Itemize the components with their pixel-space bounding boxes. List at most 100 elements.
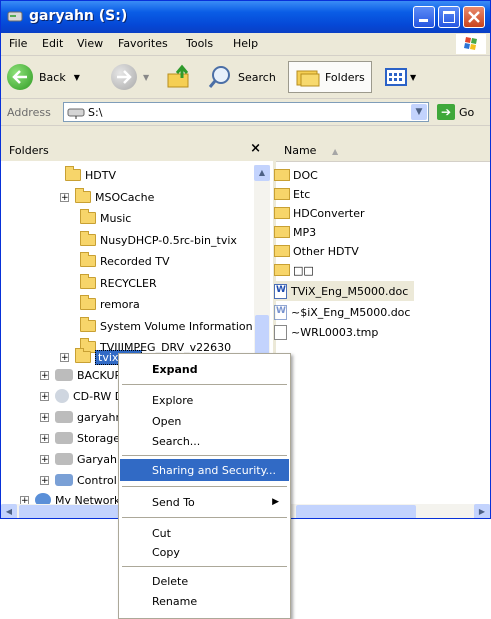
chevron-down-icon: ▼ <box>143 72 150 82</box>
scroll-up-icon[interactable]: ▲ <box>254 165 270 181</box>
search-label: Search <box>238 70 276 84</box>
go-button[interactable]: ➔ Go <box>437 104 474 120</box>
list-item[interactable]: MP3 <box>274 222 316 242</box>
network-drive-icon <box>55 411 73 423</box>
menu-item-search[interactable]: Search... <box>120 430 289 452</box>
menu-item-label: Rename <box>152 594 198 608</box>
menu-item-delete[interactable]: Delete <box>120 570 289 592</box>
expand-icon[interactable]: + <box>60 352 69 362</box>
file-list-header: Name ▲ <box>276 139 490 162</box>
tree-item[interactable]: + garyahn <box>40 407 122 427</box>
search-button[interactable]: Search <box>208 61 276 93</box>
menu-bar: File Edit View Favorites Tools Help <box>1 33 490 56</box>
expand-icon[interactable]: + <box>40 454 49 464</box>
tree-item[interactable]: Music <box>80 208 131 228</box>
menu-item-open[interactable]: Open <box>120 410 289 432</box>
list-item[interactable]: □□ <box>274 260 314 280</box>
menu-favorites[interactable]: Favorites <box>118 37 168 50</box>
list-item-label: Other HDTV <box>293 244 359 258</box>
go-arrow-icon: ➔ <box>437 104 455 120</box>
tree-item[interactable]: + Control P <box>40 470 127 490</box>
tree-item[interactable]: System Volume Information <box>80 316 255 336</box>
expand-icon[interactable]: + <box>40 475 49 485</box>
toolbar: Back ▼ ▼ Search Folders ▼ <box>1 56 490 99</box>
tree-item-label: Recorded TV <box>100 254 170 268</box>
address-value: S:\ <box>88 106 103 119</box>
drive-icon <box>7 11 23 22</box>
list-item[interactable]: DOC <box>274 165 318 185</box>
folder-icon <box>274 188 290 200</box>
expand-icon[interactable]: + <box>40 412 49 422</box>
views-button[interactable]: ▼ <box>385 61 416 93</box>
folder-icon <box>75 348 91 363</box>
address-label: Address <box>7 106 51 119</box>
list-item[interactable]: ~WRL0003.tmp <box>274 322 378 342</box>
menu-item-copy[interactable]: Copy <box>120 541 289 563</box>
expand-icon[interactable]: + <box>40 370 49 380</box>
list-item[interactable]: Etc <box>274 184 310 204</box>
cd-drive-icon <box>55 389 69 403</box>
tree-item[interactable]: + Storage <box>40 428 120 448</box>
tree-item-label: NusyDHCP-0.5rc-bin_tvix <box>100 233 237 247</box>
tree-item[interactable]: NusyDHCP-0.5rc-bin_tvix <box>80 230 237 250</box>
tree-item[interactable]: + CD-RW D <box>40 386 123 406</box>
close-icon[interactable]: × <box>250 141 261 156</box>
menu-file[interactable]: File <box>9 37 27 50</box>
scrollbar-thumb[interactable] <box>296 505 416 518</box>
list-item-label: TViX_Eng_M5000.doc <box>291 284 409 298</box>
list-item[interactable]: Other HDTV <box>274 241 359 261</box>
title-bar[interactable]: garyahn (S:) <box>1 1 490 33</box>
menu-item-send-to[interactable]: Send To ▶ <box>120 491 289 513</box>
chevron-down-icon: ▼ <box>410 72 417 82</box>
menu-separator <box>122 384 287 385</box>
menu-item-expand[interactable]: Expand <box>120 358 289 380</box>
maximize-button[interactable] <box>438 6 460 28</box>
address-input[interactable]: S:\ ▼ <box>63 102 429 122</box>
forward-arrow-icon <box>111 64 137 90</box>
tree-item[interactable]: remora <box>80 294 140 314</box>
scroll-left-icon[interactable]: ◀ <box>1 504 17 518</box>
list-item-label: HDConverter <box>293 206 365 220</box>
menu-item-rename[interactable]: Rename <box>120 590 289 612</box>
menu-item-label: Send To <box>152 495 195 509</box>
menu-item-label: Expand <box>152 362 198 376</box>
tree-item[interactable]: + BACKUP <box>40 365 121 385</box>
tree-item-label: CD-RW D <box>73 389 124 403</box>
list-item[interactable]: HDConverter <box>274 203 365 223</box>
menu-edit[interactable]: Edit <box>42 37 63 50</box>
expand-icon[interactable]: + <box>60 192 69 202</box>
menu-item-sharing-security[interactable]: Sharing and Security... <box>120 459 289 481</box>
chevron-down-icon[interactable]: ▼ <box>411 104 427 120</box>
tree-item[interactable]: RECYCLER <box>80 273 157 293</box>
close-button[interactable] <box>463 6 485 28</box>
chevron-down-icon: ▼ <box>73 72 80 82</box>
back-button[interactable]: Back ▼ <box>7 61 80 93</box>
tree-item[interactable]: + Garyahn <box>40 449 124 469</box>
expand-icon[interactable]: + <box>40 433 49 443</box>
tree-item[interactable]: HDTV <box>65 165 116 185</box>
scroll-right-icon[interactable]: ▶ <box>474 504 490 518</box>
menu-view[interactable]: View <box>77 37 103 50</box>
folder-icon <box>80 295 96 310</box>
up-folder-button[interactable] <box>166 61 194 93</box>
submenu-arrow-icon: ▶ <box>272 497 279 507</box>
folders-button[interactable]: Folders <box>288 61 372 93</box>
file-list-horizontal-scrollbar[interactable]: ▶ <box>276 504 490 518</box>
menu-help[interactable]: Help <box>233 37 258 50</box>
menu-separator <box>122 486 287 487</box>
tree-item[interactable]: Recorded TV <box>80 251 170 271</box>
forward-button[interactable]: ▼ <box>111 61 149 93</box>
minimize-button[interactable] <box>413 6 435 28</box>
list-item[interactable]: TViX_Eng_M5000.doc <box>274 281 415 301</box>
menu-item-explore[interactable]: Explore <box>120 389 289 411</box>
folders-header: Folders × <box>1 139 273 161</box>
tree-item-label: System Volume Information <box>100 319 253 333</box>
window-title: garyahn (S:) <box>29 8 128 24</box>
folder-icon <box>80 317 96 332</box>
menu-item-label: Search... <box>152 434 201 448</box>
menu-tools[interactable]: Tools <box>186 37 213 50</box>
expand-icon[interactable]: + <box>40 391 49 401</box>
column-name-header[interactable]: Name ▲ <box>284 144 338 157</box>
tree-item[interactable]: + MSOCache <box>60 187 154 207</box>
list-item[interactable]: ~$iX_Eng_M5000.doc <box>274 302 410 322</box>
